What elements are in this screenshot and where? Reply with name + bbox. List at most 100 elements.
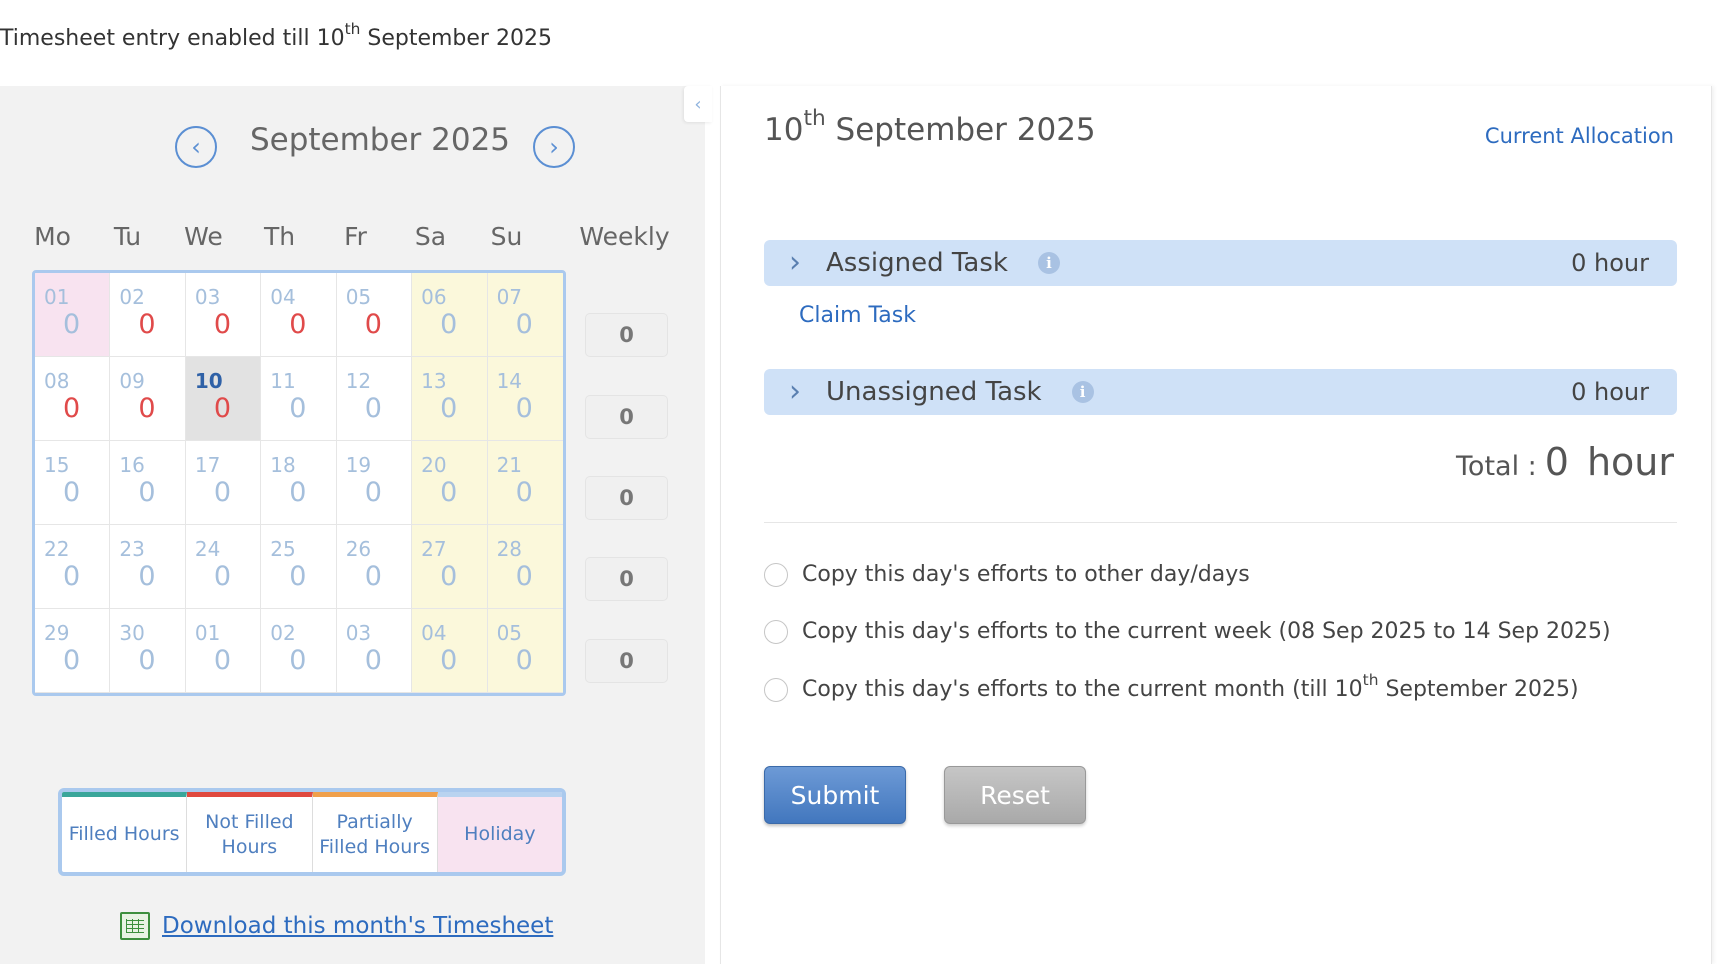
claim-task-link[interactable]: Claim Task: [799, 303, 916, 328]
radio-button[interactable]: [764, 677, 788, 702]
day-hours: 0: [515, 309, 533, 340]
calendar-day-cell[interactable]: 15 0: [35, 441, 111, 525]
calendar-day-cell[interactable]: 21 0: [487, 441, 563, 525]
day-hours: 0: [440, 309, 458, 340]
divider: [764, 522, 1677, 523]
calendar-day-cell[interactable]: 14 0: [487, 357, 563, 441]
day-number: 27: [421, 537, 447, 561]
day-number: 06: [421, 285, 447, 309]
copy-to-other-days-option[interactable]: Copy this day's efforts to other day/day…: [764, 562, 1250, 587]
calendar-legend: Filled Hours Not Filled Hours Partially Fill…: [58, 788, 566, 876]
submit-button[interactable]: Submit: [764, 766, 906, 824]
unassigned-task-hours: 0 hour: [1571, 378, 1649, 406]
calendar-day-cell[interactable]: 18 0: [261, 441, 337, 525]
copy-to-current-month-option[interactable]: Copy this day's efforts to the current m…: [764, 671, 1579, 702]
chevron-right-icon: ›: [789, 245, 801, 280]
day-hours: 0: [213, 309, 232, 340]
day-hours: 0: [213, 561, 232, 592]
day-hours: 0: [138, 477, 156, 508]
calendar-day-cell[interactable]: 13 0: [412, 357, 488, 441]
day-hours: 0: [364, 309, 382, 340]
assigned-task-toggle[interactable]: › Assigned Task i 0 hour: [764, 240, 1677, 286]
calendar-day-cell[interactable]: 08 0: [35, 357, 111, 441]
calendar-day-cell[interactable]: 03 0: [185, 273, 262, 357]
day-hours: 0: [364, 561, 382, 592]
calendar-day-cell[interactable]: 11 0: [261, 357, 337, 441]
calendar-day-cell[interactable]: 01 0: [185, 609, 262, 693]
calendar-day-cell[interactable]: 17 0: [185, 441, 262, 525]
calendar-day-cell[interactable]: 29 0: [35, 609, 111, 693]
info-icon[interactable]: i: [1071, 381, 1094, 403]
day-number: 07: [496, 285, 523, 309]
radio-button[interactable]: [764, 619, 788, 644]
day-number: 01: [194, 621, 221, 645]
calendar-day-cell[interactable]: 26 0: [336, 525, 413, 609]
calendar-day-cell[interactable]: 09 0: [110, 357, 186, 441]
calendar-day-cell[interactable]: 03 0: [336, 609, 413, 693]
calendar-day-cell[interactable]: 04 0: [261, 273, 337, 357]
copy-to-current-month-label: Copy this day's efforts to the current m…: [802, 671, 1579, 702]
copy-to-current-week-label: Copy this day's efforts to the current w…: [802, 619, 1611, 644]
calendar-day-cell[interactable]: 07 0: [487, 273, 563, 357]
weekday-label: We: [184, 222, 223, 251]
calendar-day-cell[interactable]: 12 0: [336, 357, 413, 441]
day-number: 13: [421, 369, 447, 393]
calendar-day-cell[interactable]: 22 0: [35, 525, 111, 609]
previous-month-button[interactable]: ‹: [175, 126, 217, 168]
calendar-day-cell[interactable]: 02 0: [110, 273, 186, 357]
legend-item: Not Filled Hours: [187, 792, 313, 872]
download-timesheet: Download this month's Timesheet: [120, 912, 553, 940]
day-number: 16: [119, 453, 145, 477]
day-number: 15: [44, 453, 70, 477]
collapse-panel-button[interactable]: ‹: [684, 86, 712, 122]
day-number: 23: [119, 537, 145, 561]
info-icon[interactable]: i: [1037, 252, 1060, 274]
calendar-day-cell[interactable]: 23 0: [110, 525, 186, 609]
day-number: 10: [194, 369, 223, 393]
calendar-day-cell[interactable]: 04 0: [412, 609, 488, 693]
day-hours: 0: [213, 645, 232, 676]
weekly-total-box: 0: [585, 476, 668, 520]
day-hours: 0: [440, 477, 458, 508]
calendar-day-cell[interactable]: 16 0: [110, 441, 186, 525]
weekday-label: Fr: [344, 222, 367, 251]
calendar-day-cell[interactable]: 30 0: [110, 609, 186, 693]
calendar-day-cell[interactable]: 05 0: [487, 609, 563, 693]
weekly-total-box: 0: [585, 639, 668, 683]
calendar-day-cell[interactable]: 28 0: [487, 525, 563, 609]
copy-to-current-week-option[interactable]: Copy this day's efforts to the current w…: [764, 619, 1611, 644]
day-hours: 0: [138, 309, 156, 340]
download-timesheet-link[interactable]: Download this month's Timesheet: [162, 913, 553, 939]
day-number: 09: [119, 369, 145, 393]
calendar-day-cell[interactable]: 19 0: [336, 441, 413, 525]
calendar-day-cell[interactable]: 06 0: [412, 273, 488, 357]
current-allocation-link[interactable]: Current Allocation: [1485, 124, 1674, 148]
day-hours: 0: [63, 477, 81, 508]
weekly-header: Weekly: [579, 222, 670, 251]
weekday-label: Mo: [34, 222, 71, 251]
calendar-day-cell[interactable]: 25 0: [261, 525, 337, 609]
chevron-right-icon: ›: [789, 374, 801, 409]
unassigned-task-toggle[interactable]: › Unassigned Task i 0 hour: [764, 369, 1677, 415]
calendar-day-cell[interactable]: 10 0: [185, 357, 262, 441]
day-hours: 0: [213, 393, 232, 424]
calendar-day-cell[interactable]: 27 0: [412, 525, 488, 609]
next-month-button[interactable]: ›: [533, 126, 575, 168]
day-number: 04: [270, 285, 296, 309]
calendar-day-cell[interactable]: 20 0: [412, 441, 488, 525]
day-hours: 0: [289, 393, 307, 424]
selected-day-title: 10th September 2025: [764, 106, 1096, 148]
day-number: 05: [345, 285, 372, 309]
radio-button[interactable]: [764, 562, 788, 587]
weekly-total-box: 0: [585, 395, 668, 439]
calendar-day-cell[interactable]: 01 0: [35, 273, 111, 357]
day-detail-panel: [720, 86, 1712, 964]
calendar-day-cell[interactable]: 05 0: [336, 273, 413, 357]
day-hours: 0: [138, 393, 156, 424]
day-number: 03: [345, 621, 372, 645]
day-hours: 0: [364, 393, 382, 424]
calendar-day-cell[interactable]: 24 0: [185, 525, 262, 609]
calendar-day-cell[interactable]: 02 0: [261, 609, 337, 693]
weekday-label: Su: [490, 222, 523, 251]
reset-button[interactable]: Reset: [944, 766, 1086, 824]
